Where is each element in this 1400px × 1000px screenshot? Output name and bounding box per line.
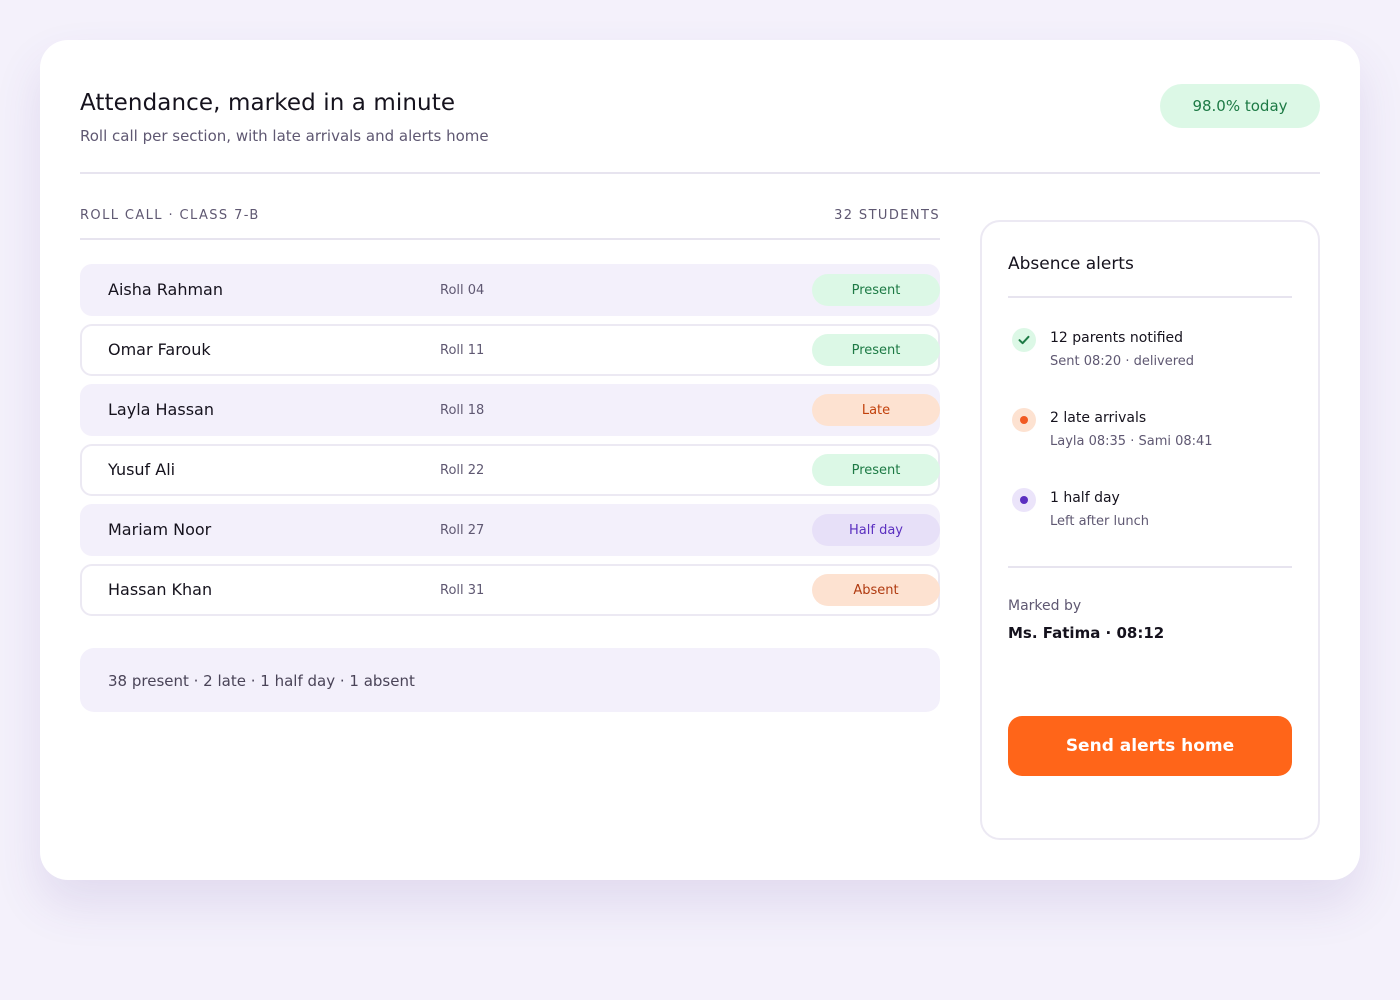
student-row[interactable]: Omar Farouk Roll 11 Present bbox=[80, 324, 940, 376]
student-row[interactable]: Yusuf Ali Roll 22 Present bbox=[80, 444, 940, 496]
student-roll: Roll 31 bbox=[440, 583, 485, 598]
alert-title: 2 late arrivals bbox=[1050, 410, 1147, 426]
orange-dot-icon bbox=[1012, 408, 1036, 432]
alert-detail: Left after lunch bbox=[1050, 514, 1149, 529]
student-name: Omar Farouk bbox=[108, 340, 211, 359]
student-roll: Roll 11 bbox=[440, 343, 485, 358]
alert-item: 2 late arrivals Layla 08:35 · Sami 08:41 bbox=[1008, 406, 1292, 456]
today-attendance-badge: 98.0% today bbox=[1160, 84, 1320, 128]
student-list: Aisha Rahman Roll 04 Present Omar Farouk… bbox=[80, 264, 940, 624]
purple-dot-icon bbox=[1012, 488, 1036, 512]
status-badge[interactable]: Present bbox=[812, 334, 940, 366]
attendance-card: Attendance, marked in a minute Roll call… bbox=[40, 40, 1360, 880]
status-badge[interactable]: Absent bbox=[812, 574, 940, 606]
student-name: Hassan Khan bbox=[108, 580, 213, 599]
student-roll: Roll 18 bbox=[440, 403, 485, 418]
marked-by-label: Marked by bbox=[1008, 598, 1082, 614]
alert-item: 12 parents notified Sent 08:20 · deliver… bbox=[1008, 326, 1292, 376]
student-row[interactable]: Mariam Noor Roll 27 Half day bbox=[80, 504, 940, 556]
alert-item: 1 half day Left after lunch bbox=[1008, 486, 1292, 536]
roll-call-label: ROLL CALL · CLASS 7-B bbox=[80, 208, 260, 223]
student-row[interactable]: Layla Hassan Roll 18 Late bbox=[80, 384, 940, 436]
card-header: Attendance, marked in a minute Roll call… bbox=[80, 84, 1320, 174]
send-alerts-button[interactable]: Send alerts home bbox=[1008, 716, 1292, 776]
roll-call-header: ROLL CALL · CLASS 7-B 32 STUDENTS bbox=[80, 208, 940, 240]
panel-title: Absence alerts bbox=[1008, 254, 1292, 298]
status-badge[interactable]: Present bbox=[812, 454, 940, 486]
alert-title: 1 half day bbox=[1050, 490, 1120, 506]
student-roll: Roll 04 bbox=[440, 283, 485, 298]
alert-title: 12 parents notified bbox=[1050, 330, 1184, 346]
attendance-summary: 38 present · 2 late · 1 half day · 1 abs… bbox=[80, 648, 940, 712]
marked-by-value: Ms. Fatima · 08:12 bbox=[1008, 624, 1165, 642]
student-roll: Roll 27 bbox=[440, 523, 485, 538]
student-name: Yusuf Ali bbox=[108, 460, 176, 479]
page-title: Attendance, marked in a minute bbox=[80, 90, 456, 116]
page-subtitle: Roll call per section, with late arrival… bbox=[80, 127, 489, 145]
alert-detail: Sent 08:20 · delivered bbox=[1050, 354, 1195, 369]
alert-detail: Layla 08:35 · Sami 08:41 bbox=[1050, 434, 1213, 449]
panel-divider bbox=[1008, 566, 1292, 568]
student-row[interactable]: Aisha Rahman Roll 04 Present bbox=[80, 264, 940, 316]
status-badge[interactable]: Half day bbox=[812, 514, 940, 546]
roll-call-section: ROLL CALL · CLASS 7-B 32 STUDENTS Aisha … bbox=[80, 208, 940, 712]
status-badge[interactable]: Present bbox=[812, 274, 940, 306]
check-icon bbox=[1012, 328, 1036, 352]
student-roll: Roll 22 bbox=[440, 463, 485, 478]
student-name: Mariam Noor bbox=[108, 520, 212, 539]
student-name: Layla Hassan bbox=[108, 400, 214, 419]
student-name: Aisha Rahman bbox=[108, 280, 223, 299]
absence-alerts-panel: Absence alerts 12 parents notified Sent … bbox=[980, 220, 1320, 840]
student-count: 32 STUDENTS bbox=[834, 208, 940, 223]
student-row[interactable]: Hassan Khan Roll 31 Absent bbox=[80, 564, 940, 616]
status-badge[interactable]: Late bbox=[812, 394, 940, 426]
